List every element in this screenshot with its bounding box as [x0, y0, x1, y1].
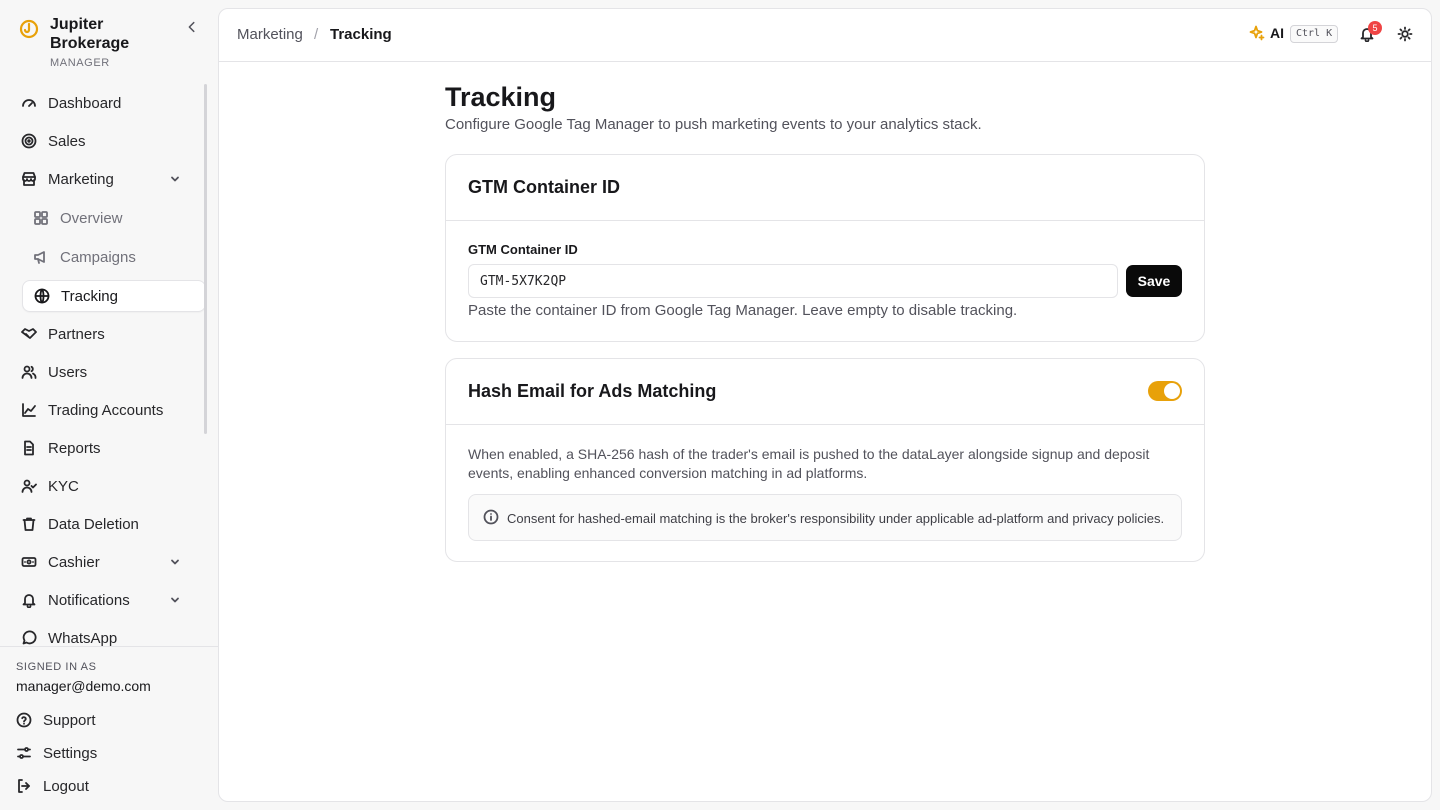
- toggle-knob: [1164, 383, 1180, 399]
- sidebar-item-label: Sales: [48, 132, 86, 150]
- gtm-container-id-input[interactable]: [468, 264, 1118, 298]
- bell-icon: [21, 592, 37, 608]
- sidebar-item-users[interactable]: Users: [12, 356, 206, 388]
- settings-label: Settings: [43, 744, 98, 762]
- save-button[interactable]: Save: [1126, 265, 1182, 297]
- page-subtitle: Configure Google Tag Manager to push mar…: [445, 116, 982, 133]
- sidebar-item-label: Trading Accounts: [48, 401, 164, 419]
- sidebar-item-label: Notifications: [48, 591, 130, 609]
- breadcrumb-marketing[interactable]: Marketing: [237, 26, 303, 43]
- store-icon: [21, 171, 37, 187]
- line-chart-icon: [21, 402, 37, 418]
- ai-label: AI: [1270, 25, 1284, 41]
- hash-card-title: Hash Email for Ads Matching: [468, 381, 717, 401]
- command-shortcut[interactable]: Ctrl K: [1290, 25, 1339, 43]
- sidebar-item-overview[interactable]: Overview: [22, 202, 206, 234]
- sidebar-item-label: Cashier: [48, 553, 100, 571]
- support-label: Support: [43, 711, 96, 729]
- target-icon: [21, 133, 37, 149]
- message-circle-icon: [21, 630, 37, 646]
- consent-notice-text: Consent for hashed-email matching is the…: [507, 511, 1165, 526]
- sidebar-item-label: Marketing: [48, 170, 114, 188]
- gauge-icon: [21, 95, 37, 111]
- sliders-icon: [16, 745, 32, 761]
- sidebar-item-partners[interactable]: Partners: [12, 318, 206, 350]
- signed-in-email: manager@demo.com: [16, 678, 151, 694]
- sidebar-item-trading-accounts[interactable]: Trading Accounts: [12, 394, 206, 426]
- topbar: Marketing / Tracking AI Ctrl K 5: [219, 9, 1431, 62]
- sidebar-item-label: Campaigns: [60, 248, 136, 266]
- sidebar-item-label: Tracking: [61, 287, 118, 305]
- sidebar-item-reports[interactable]: Reports: [12, 432, 206, 464]
- sidebar-item-label: Dashboard: [48, 94, 122, 112]
- logout-label: Logout: [43, 777, 89, 795]
- sidebar-item-label: KYC: [48, 477, 79, 495]
- breadcrumb-separator: /: [314, 26, 319, 43]
- sidebar-item-tracking[interactable]: Tracking: [22, 280, 206, 312]
- layout-grid-icon: [33, 210, 49, 226]
- sidebar-item-label: Reports: [48, 439, 101, 457]
- users-icon: [21, 364, 37, 380]
- sidebar-item-kyc[interactable]: KYC: [12, 470, 206, 502]
- sidebar-item-sales[interactable]: Sales: [12, 125, 206, 157]
- sidebar: Jupiter Brokerage MANAGER Dashboard Sale…: [0, 0, 218, 810]
- chevron-down-icon: [169, 556, 185, 572]
- hash-email-toggle[interactable]: [1148, 381, 1182, 401]
- brand-role: MANAGER: [50, 57, 110, 69]
- help-circle-icon: [16, 712, 32, 728]
- brand-logo-icon: [19, 19, 39, 39]
- sidebar-item-data-deletion[interactable]: Data Deletion: [12, 508, 206, 540]
- sidebar-item-notifications[interactable]: Notifications: [12, 584, 206, 616]
- user-check-icon: [21, 478, 37, 494]
- notification-count-badge: 5: [1368, 21, 1382, 35]
- sidebar-item-label: Data Deletion: [48, 515, 139, 533]
- logout-icon: [16, 778, 32, 794]
- hash-card-description: When enabled, a SHA-256 hash of the trad…: [468, 446, 1150, 481]
- support-link[interactable]: Support: [16, 710, 96, 730]
- gtm-field-label: GTM Container ID: [468, 242, 578, 257]
- chevron-down-icon: [169, 594, 185, 610]
- logout-link[interactable]: Logout: [16, 776, 89, 796]
- ai-button[interactable]: AI: [1249, 25, 1284, 41]
- brand: Jupiter Brokerage MANAGER: [19, 15, 209, 73]
- sparkles-icon: [1249, 25, 1265, 41]
- sidebar-item-whatsapp[interactable]: WhatsApp: [12, 622, 206, 646]
- sidebar-item-label: Overview: [60, 209, 123, 227]
- megaphone-icon: [33, 249, 49, 265]
- page-title: Tracking: [445, 82, 557, 112]
- hash-email-card: Hash Email for Ads Matching When enabled…: [445, 358, 1205, 562]
- main-panel: Marketing / Tracking AI Ctrl K 5 Trackin…: [218, 8, 1432, 802]
- trash-icon: [21, 516, 37, 532]
- handshake-icon: [21, 326, 37, 342]
- settings-link[interactable]: Settings: [16, 743, 97, 763]
- gtm-card-title: GTM Container ID: [468, 177, 620, 197]
- sidebar-item-label: Partners: [48, 325, 105, 343]
- hash-card-header: Hash Email for Ads Matching: [446, 359, 1204, 425]
- sidebar-footer: SIGNED IN AS manager@demo.com Support Se…: [0, 646, 218, 810]
- globe-icon: [34, 288, 50, 304]
- sidebar-item-label: WhatsApp: [48, 629, 118, 647]
- sidebar-nav: Dashboard Sales Marketing Overview Campa…: [0, 84, 218, 646]
- banknote-icon: [21, 554, 37, 570]
- sidebar-item-marketing[interactable]: Marketing: [12, 163, 206, 195]
- sun-icon[interactable]: [1397, 26, 1413, 42]
- gtm-container-card: GTM Container ID GTM Container ID Save P…: [445, 154, 1205, 342]
- chevron-left-icon[interactable]: [185, 20, 199, 34]
- chevron-down-icon: [169, 173, 185, 189]
- signed-in-label: SIGNED IN AS: [16, 661, 97, 673]
- brand-name: Jupiter Brokerage: [50, 16, 130, 52]
- sidebar-item-dashboard[interactable]: Dashboard: [12, 87, 206, 119]
- consent-notice: Consent for hashed-email matching is the…: [468, 494, 1182, 541]
- sidebar-scrollbar[interactable]: [204, 84, 207, 434]
- breadcrumb-tracking: Tracking: [330, 26, 392, 43]
- info-icon: [483, 509, 499, 525]
- file-text-icon: [21, 440, 37, 456]
- gtm-field-help: Paste the container ID from Google Tag M…: [468, 302, 1018, 319]
- sidebar-item-label: Users: [48, 363, 88, 381]
- sidebar-item-campaigns[interactable]: Campaigns: [22, 241, 206, 273]
- sidebar-item-cashier[interactable]: Cashier: [12, 546, 206, 578]
- gtm-card-header: GTM Container ID: [446, 155, 1204, 221]
